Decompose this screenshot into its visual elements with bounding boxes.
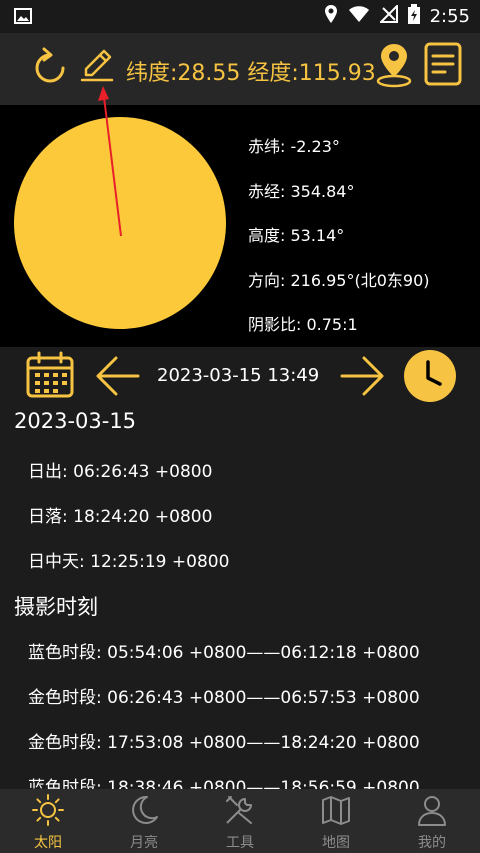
tab-profile-label: 我的 [418, 835, 446, 851]
profile-icon [415, 793, 449, 831]
tab-profile[interactable]: 我的 [384, 789, 480, 853]
bottom-tab-bar: 太阳 月亮 工具 地图 我的 [0, 789, 480, 853]
tab-moon-label: 月亮 [130, 835, 158, 851]
tab-sun-label: 太阳 [34, 835, 62, 851]
annotation-arrow [98, 86, 122, 237]
tab-tools[interactable]: 工具 [192, 789, 288, 853]
tab-tools-label: 工具 [226, 835, 254, 851]
map-icon [319, 793, 353, 831]
moon-icon [127, 793, 161, 831]
tab-map[interactable]: 地图 [288, 789, 384, 853]
tab-moon[interactable]: 月亮 [96, 789, 192, 853]
tools-icon [223, 793, 257, 831]
tab-sun[interactable]: 太阳 [0, 789, 96, 853]
sun-icon [31, 793, 65, 831]
tab-map-label: 地图 [322, 835, 350, 851]
